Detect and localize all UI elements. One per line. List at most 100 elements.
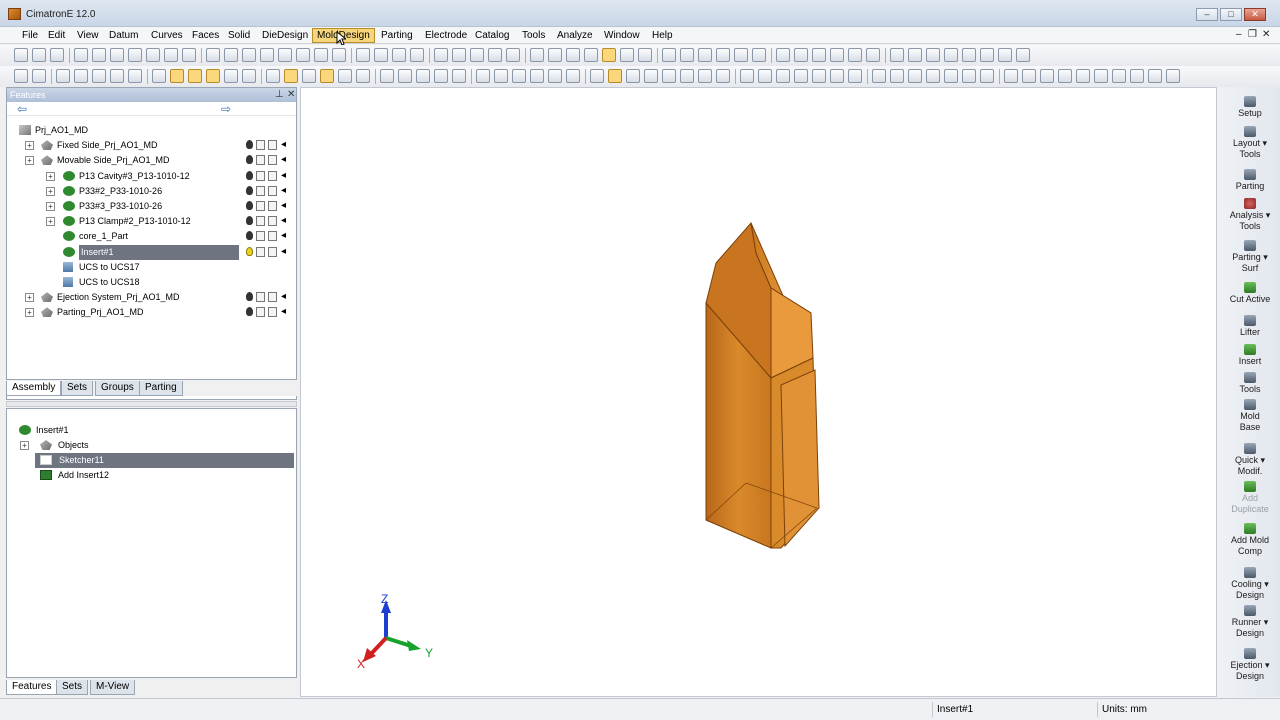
toolbar-tool-icon[interactable] bbox=[662, 69, 676, 83]
toolbar-tool-icon[interactable] bbox=[74, 69, 88, 83]
feature-status-icon[interactable] bbox=[268, 201, 277, 211]
feature-status-icon[interactable] bbox=[268, 246, 277, 257]
toolbar-tool-icon[interactable] bbox=[794, 69, 808, 83]
tab-parting[interactable]: Parting bbox=[139, 381, 183, 396]
menu-view[interactable]: View bbox=[73, 28, 103, 43]
feature-status-icon[interactable] bbox=[268, 140, 277, 151]
toolbar-tool-icon[interactable] bbox=[380, 69, 394, 83]
toolbar-tool-icon[interactable] bbox=[602, 48, 616, 62]
toolbar-tool-icon[interactable] bbox=[488, 48, 502, 62]
toolbar-tool-icon[interactable] bbox=[170, 69, 184, 83]
feature-tree-row[interactable]: + P33#2_P33-1010-26 ◂ bbox=[7, 184, 296, 199]
visibility-bulb-icon[interactable] bbox=[246, 140, 253, 150]
expand-toggle-icon[interactable]: + bbox=[46, 217, 55, 227]
feature-status-icon[interactable] bbox=[268, 155, 277, 166]
toolbar-tool-icon[interactable] bbox=[332, 48, 346, 62]
menu-electrode[interactable]: Electrode bbox=[421, 28, 471, 43]
toolbar-tool-icon[interactable] bbox=[476, 69, 490, 83]
activate-icon[interactable]: ◂ bbox=[281, 216, 290, 226]
molddesign-tool-12[interactable]: Add Mold Comp bbox=[1220, 523, 1280, 557]
toolbar-tool-icon[interactable] bbox=[638, 48, 652, 62]
object-tree-row-sketcher[interactable]: Sketcher11 bbox=[35, 453, 294, 468]
visibility-bulb-icon[interactable] bbox=[246, 307, 253, 317]
toolbar-tool-icon[interactable] bbox=[584, 48, 598, 62]
toolbar-tool-icon[interactable] bbox=[92, 48, 106, 62]
object-tree-row-objects[interactable]: + Objects bbox=[7, 438, 296, 453]
expand-toggle-icon[interactable]: + bbox=[25, 156, 34, 166]
close-panel-button[interactable]: ✕ bbox=[287, 89, 295, 101]
feature-tree-row[interactable]: + P13 Cavity#3_P13-1010-12 ◂ bbox=[7, 169, 296, 184]
feature-status-icon[interactable] bbox=[256, 170, 265, 181]
activate-icon[interactable]: ◂ bbox=[281, 231, 290, 241]
feature-status-icon[interactable] bbox=[256, 201, 265, 211]
toolbar-tool-icon[interactable] bbox=[1058, 69, 1072, 83]
feature-tree-row[interactable]: + Ejection System_Prj_AO1_MD ◂ bbox=[7, 290, 296, 305]
toolbar-tool-icon[interactable] bbox=[1166, 69, 1180, 83]
toolbar-tool-icon[interactable] bbox=[14, 48, 28, 62]
toolbar-tool-icon[interactable] bbox=[926, 69, 940, 83]
toolbar-tool-icon[interactable] bbox=[998, 48, 1012, 62]
tab-features[interactable]: Features bbox=[6, 680, 58, 695]
menu-faces[interactable]: Faces bbox=[188, 28, 223, 43]
toolbar-tool-icon[interactable] bbox=[734, 48, 748, 62]
toolbar-tool-icon[interactable] bbox=[962, 69, 976, 83]
menu-file[interactable]: File bbox=[18, 28, 42, 43]
molddesign-tool-13[interactable]: Cooling ▾ Design bbox=[1220, 567, 1280, 601]
expand-toggle-icon[interactable]: + bbox=[25, 308, 34, 318]
toolbar-tool-icon[interactable] bbox=[848, 69, 862, 83]
menu-datum[interactable]: Datum bbox=[105, 28, 142, 43]
feature-status-icon[interactable] bbox=[268, 216, 277, 227]
toolbar-tool-icon[interactable] bbox=[434, 48, 448, 62]
molddesign-tool-3[interactable]: Analysis ▾ Tools bbox=[1220, 198, 1280, 232]
toolbar-tool-icon[interactable] bbox=[56, 69, 70, 83]
pin-panel-button[interactable]: ⊥ bbox=[275, 89, 284, 101]
toolbar-tool-icon[interactable] bbox=[92, 69, 106, 83]
activate-icon[interactable]: ◂ bbox=[281, 201, 290, 211]
expand-toggle-icon[interactable]: + bbox=[46, 171, 55, 181]
toolbar-tool-icon[interactable] bbox=[512, 69, 526, 83]
visibility-bulb-icon[interactable] bbox=[246, 246, 253, 256]
feature-tree-row[interactable]: Insert#1 ◂ bbox=[7, 244, 296, 260]
menu-help[interactable]: Help bbox=[648, 28, 677, 43]
toolbar-tool-icon[interactable] bbox=[890, 69, 904, 83]
feature-tree-row[interactable]: core_1_Part ◂ bbox=[7, 229, 296, 244]
molddesign-tool-2[interactable]: Parting bbox=[1220, 169, 1280, 192]
toolbar-tool-icon[interactable] bbox=[890, 48, 904, 62]
molddesign-tool-11[interactable]: Add Duplicate bbox=[1220, 481, 1280, 515]
toolbar-tool-icon[interactable] bbox=[266, 69, 280, 83]
toolbar-tool-icon[interactable] bbox=[452, 69, 466, 83]
toolbar-tool-icon[interactable] bbox=[494, 69, 508, 83]
menu-parting[interactable]: Parting bbox=[377, 28, 417, 43]
feature-status-icon[interactable] bbox=[256, 185, 265, 196]
toolbar-tool-icon[interactable] bbox=[110, 69, 124, 83]
toolbar-tool-icon[interactable] bbox=[980, 69, 994, 83]
menu-edit[interactable]: Edit bbox=[44, 28, 69, 43]
toolbar-tool-icon[interactable] bbox=[758, 69, 772, 83]
molddesign-tool-8[interactable]: Tools bbox=[1220, 372, 1280, 395]
toolbar-tool-icon[interactable] bbox=[980, 48, 994, 62]
toolbar-tool-icon[interactable] bbox=[1004, 69, 1018, 83]
back-arrow-icon[interactable]: ⇦ bbox=[17, 102, 27, 116]
toolbar-tool-icon[interactable] bbox=[908, 48, 922, 62]
menu-analyze[interactable]: Analyze bbox=[553, 28, 597, 43]
toolbar-tool-icon[interactable] bbox=[314, 48, 328, 62]
activate-icon[interactable]: ◂ bbox=[281, 246, 290, 257]
expand-toggle-icon[interactable]: + bbox=[46, 186, 55, 196]
feature-tree-row[interactable]: + Movable Side_Prj_AO1_MD ◂ bbox=[7, 153, 296, 168]
toolbar-tool-icon[interactable] bbox=[944, 48, 958, 62]
feature-status-icon[interactable] bbox=[268, 231, 277, 242]
toolbar-tool-icon[interactable] bbox=[740, 69, 754, 83]
toolbar-tool-icon[interactable] bbox=[548, 69, 562, 83]
activate-icon[interactable]: ◂ bbox=[281, 170, 290, 181]
menu-catalog[interactable]: Catalog bbox=[471, 28, 513, 43]
feature-tree-row[interactable]: UCS to UCS18 bbox=[7, 275, 296, 290]
feature-status-icon[interactable] bbox=[256, 216, 265, 227]
activate-icon[interactable]: ◂ bbox=[281, 185, 290, 196]
toolbar-tool-icon[interactable] bbox=[1094, 69, 1108, 83]
molddesign-tool-7[interactable]: Insert bbox=[1220, 344, 1280, 367]
tab-sets-bottom[interactable]: Sets bbox=[56, 680, 89, 695]
feature-tree-row[interactable]: Prj_AO1_MD bbox=[7, 123, 296, 138]
toolbar-tool-icon[interactable] bbox=[188, 69, 202, 83]
toolbar-tool-icon[interactable] bbox=[590, 69, 604, 83]
feature-tree-row[interactable]: + P13 Clamp#2_P13-1010-12 ◂ bbox=[7, 214, 296, 229]
